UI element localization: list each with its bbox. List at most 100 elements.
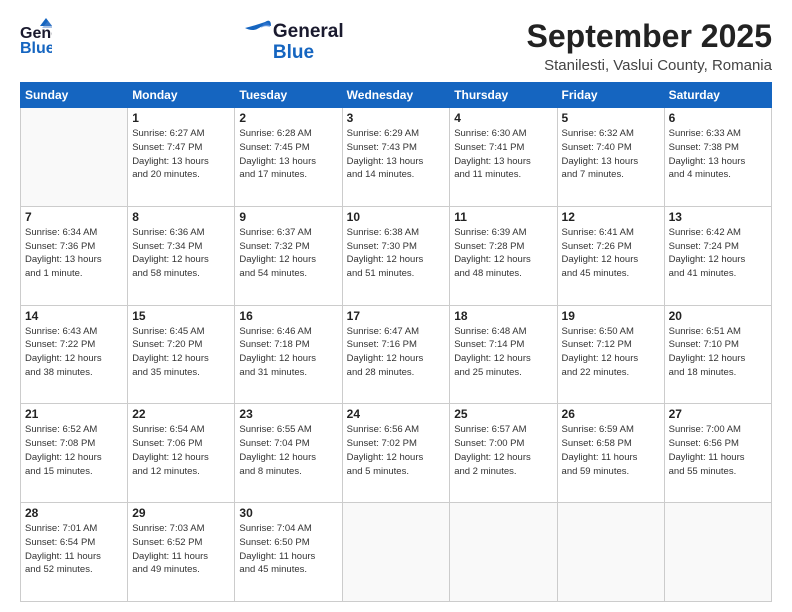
day-info: Sunrise: 6:42 AM Sunset: 7:24 PM Dayligh… (669, 226, 767, 281)
day-number: 10 (347, 210, 446, 224)
logo-blue: Blue (273, 42, 314, 64)
day-info: Sunrise: 6:51 AM Sunset: 7:10 PM Dayligh… (669, 325, 767, 380)
logo-block: General Blue (235, 18, 344, 64)
calendar-day-cell: 23 Sunrise: 6:55 AM Sunset: 7:04 PM Dayli… (235, 404, 342, 503)
calendar-week-row: 7Sunrise: 6:34 AM Sunset: 7:36 PM Daylig… (21, 206, 772, 305)
calendar-day-cell: 20Sunrise: 6:51 AM Sunset: 7:10 PM Dayli… (664, 305, 771, 404)
calendar-day-cell (450, 503, 557, 602)
header-saturday: Saturday (664, 83, 771, 108)
day-number: 8 (132, 210, 230, 224)
day-number: 18 (454, 309, 552, 323)
day-info: Sunrise: 6:55 AM Sunset: 7:04 PM Dayligh… (239, 423, 337, 478)
day-number: 4 (454, 111, 552, 125)
day-number: 22 (132, 407, 230, 421)
calendar-day-cell: 16Sunrise: 6:46 AM Sunset: 7:18 PM Dayli… (235, 305, 342, 404)
calendar-day-cell: 7Sunrise: 6:34 AM Sunset: 7:36 PM Daylig… (21, 206, 128, 305)
day-number: 19 (562, 309, 660, 323)
day-number: 11 (454, 210, 552, 224)
calendar-day-cell: 11 Sunrise: 6:39 AM Sunset: 7:28 PM Dayli… (450, 206, 557, 305)
subtitle: Stanilesti, Vaslui County, Romania (527, 57, 772, 74)
day-number: 1 (132, 111, 230, 125)
calendar-day-cell: 15 Sunrise: 6:45 AM Sunset: 7:20 PM Dayli… (128, 305, 235, 404)
calendar-week-row: 14 Sunrise: 6:43 AM Sunset: 7:22 PM Dayli… (21, 305, 772, 404)
calendar-day-cell: 26Sunrise: 6:59 AM Sunset: 6:58 PM Dayli… (557, 404, 664, 503)
day-number: 23 (239, 407, 337, 421)
day-info: Sunrise: 6:41 AM Sunset: 7:26 PM Dayligh… (562, 226, 660, 281)
calendar-day-cell: 5 Sunrise: 6:32 AM Sunset: 7:40 PM Daylig… (557, 108, 664, 207)
calendar-day-cell (664, 503, 771, 602)
calendar-week-row: 28 Sunrise: 7:01 AM Sunset: 6:54 PM Dayli… (21, 503, 772, 602)
header-monday: Monday (128, 83, 235, 108)
calendar-day-cell (21, 108, 128, 207)
calendar-day-cell: 4 Sunrise: 6:30 AM Sunset: 7:41 PM Daylig… (450, 108, 557, 207)
calendar-day-cell: 30Sunrise: 7:04 AM Sunset: 6:50 PM Dayli… (235, 503, 342, 602)
day-info: Sunrise: 6:59 AM Sunset: 6:58 PM Dayligh… (562, 423, 660, 478)
day-info: Sunrise: 7:00 AM Sunset: 6:56 PM Dayligh… (669, 423, 767, 478)
calendar-day-cell: 9 Sunrise: 6:37 AM Sunset: 7:32 PM Daylig… (235, 206, 342, 305)
day-info: Sunrise: 6:54 AM Sunset: 7:06 PM Dayligh… (132, 423, 230, 478)
svg-text:Blue: Blue (20, 40, 52, 57)
day-info: Sunrise: 6:45 AM Sunset: 7:20 PM Dayligh… (132, 325, 230, 380)
day-info: Sunrise: 6:37 AM Sunset: 7:32 PM Dayligh… (239, 226, 337, 281)
calendar-week-row: 21Sunrise: 6:52 AM Sunset: 7:08 PM Dayli… (21, 404, 772, 503)
calendar-header-row: Sunday Monday Tuesday Wednesday Thursday… (21, 83, 772, 108)
calendar-day-cell: 6Sunrise: 6:33 AM Sunset: 7:38 PM Daylig… (664, 108, 771, 207)
day-number: 12 (562, 210, 660, 224)
calendar-table: Sunday Monday Tuesday Wednesday Thursday… (20, 82, 772, 602)
day-info: Sunrise: 6:38 AM Sunset: 7:30 PM Dayligh… (347, 226, 446, 281)
header-friday: Friday (557, 83, 664, 108)
day-info: Sunrise: 6:32 AM Sunset: 7:40 PM Dayligh… (562, 127, 660, 182)
day-number: 5 (562, 111, 660, 125)
day-number: 13 (669, 210, 767, 224)
day-info: Sunrise: 6:39 AM Sunset: 7:28 PM Dayligh… (454, 226, 552, 281)
calendar-day-cell (342, 503, 450, 602)
calendar-day-cell: 29Sunrise: 7:03 AM Sunset: 6:52 PM Dayli… (128, 503, 235, 602)
day-info: Sunrise: 6:48 AM Sunset: 7:14 PM Dayligh… (454, 325, 552, 380)
header-thursday: Thursday (450, 83, 557, 108)
day-number: 15 (132, 309, 230, 323)
day-number: 25 (454, 407, 552, 421)
day-info: Sunrise: 6:43 AM Sunset: 7:22 PM Dayligh… (25, 325, 123, 380)
calendar-day-cell: 25 Sunrise: 6:57 AM Sunset: 7:00 PM Dayli… (450, 404, 557, 503)
logo-general: General (273, 21, 344, 43)
day-number: 7 (25, 210, 123, 224)
day-number: 27 (669, 407, 767, 421)
day-number: 28 (25, 506, 123, 520)
title-block: September 2025 Stanilesti, Vaslui County… (527, 18, 772, 74)
day-number: 14 (25, 309, 123, 323)
day-info: Sunrise: 6:56 AM Sunset: 7:02 PM Dayligh… (347, 423, 446, 478)
day-number: 29 (132, 506, 230, 520)
day-number: 2 (239, 111, 337, 125)
logo: General Blue (20, 18, 52, 58)
logo-bird-icon (235, 18, 271, 46)
day-info: Sunrise: 6:28 AM Sunset: 7:45 PM Dayligh… (239, 127, 337, 182)
calendar-day-cell: 21Sunrise: 6:52 AM Sunset: 7:08 PM Dayli… (21, 404, 128, 503)
day-number: 17 (347, 309, 446, 323)
day-info: Sunrise: 6:30 AM Sunset: 7:41 PM Dayligh… (454, 127, 552, 182)
day-info: Sunrise: 6:50 AM Sunset: 7:12 PM Dayligh… (562, 325, 660, 380)
day-info: Sunrise: 6:52 AM Sunset: 7:08 PM Dayligh… (25, 423, 123, 478)
header-wednesday: Wednesday (342, 83, 450, 108)
calendar-day-cell: 13 Sunrise: 6:42 AM Sunset: 7:24 PM Dayli… (664, 206, 771, 305)
day-info: Sunrise: 6:57 AM Sunset: 7:00 PM Dayligh… (454, 423, 552, 478)
header: General Blue General Blue September 2025… (20, 18, 772, 74)
month-title: September 2025 (527, 18, 772, 55)
day-info: Sunrise: 6:46 AM Sunset: 7:18 PM Dayligh… (239, 325, 337, 380)
day-info: Sunrise: 6:33 AM Sunset: 7:38 PM Dayligh… (669, 127, 767, 182)
calendar-day-cell: 3Sunrise: 6:29 AM Sunset: 7:43 PM Daylig… (342, 108, 450, 207)
day-info: Sunrise: 6:27 AM Sunset: 7:47 PM Dayligh… (132, 127, 230, 182)
calendar-day-cell: 28 Sunrise: 7:01 AM Sunset: 6:54 PM Dayli… (21, 503, 128, 602)
day-info: Sunrise: 7:04 AM Sunset: 6:50 PM Dayligh… (239, 522, 337, 577)
calendar-day-cell: 12 Sunrise: 6:41 AM Sunset: 7:26 PM Dayli… (557, 206, 664, 305)
calendar-day-cell: 24Sunrise: 6:56 AM Sunset: 7:02 PM Dayli… (342, 404, 450, 503)
calendar-day-cell: 18 Sunrise: 6:48 AM Sunset: 7:14 PM Dayli… (450, 305, 557, 404)
calendar-day-cell (557, 503, 664, 602)
calendar-day-cell: 19 Sunrise: 6:50 AM Sunset: 7:12 PM Dayli… (557, 305, 664, 404)
calendar-week-row: 1 Sunrise: 6:27 AM Sunset: 7:47 PM Daylig… (21, 108, 772, 207)
day-number: 9 (239, 210, 337, 224)
header-sunday: Sunday (21, 83, 128, 108)
page: General Blue General Blue September 2025… (0, 0, 792, 612)
calendar-day-cell: 17Sunrise: 6:47 AM Sunset: 7:16 PM Dayli… (342, 305, 450, 404)
day-info: Sunrise: 7:01 AM Sunset: 6:54 PM Dayligh… (25, 522, 123, 577)
day-info: Sunrise: 6:36 AM Sunset: 7:34 PM Dayligh… (132, 226, 230, 281)
